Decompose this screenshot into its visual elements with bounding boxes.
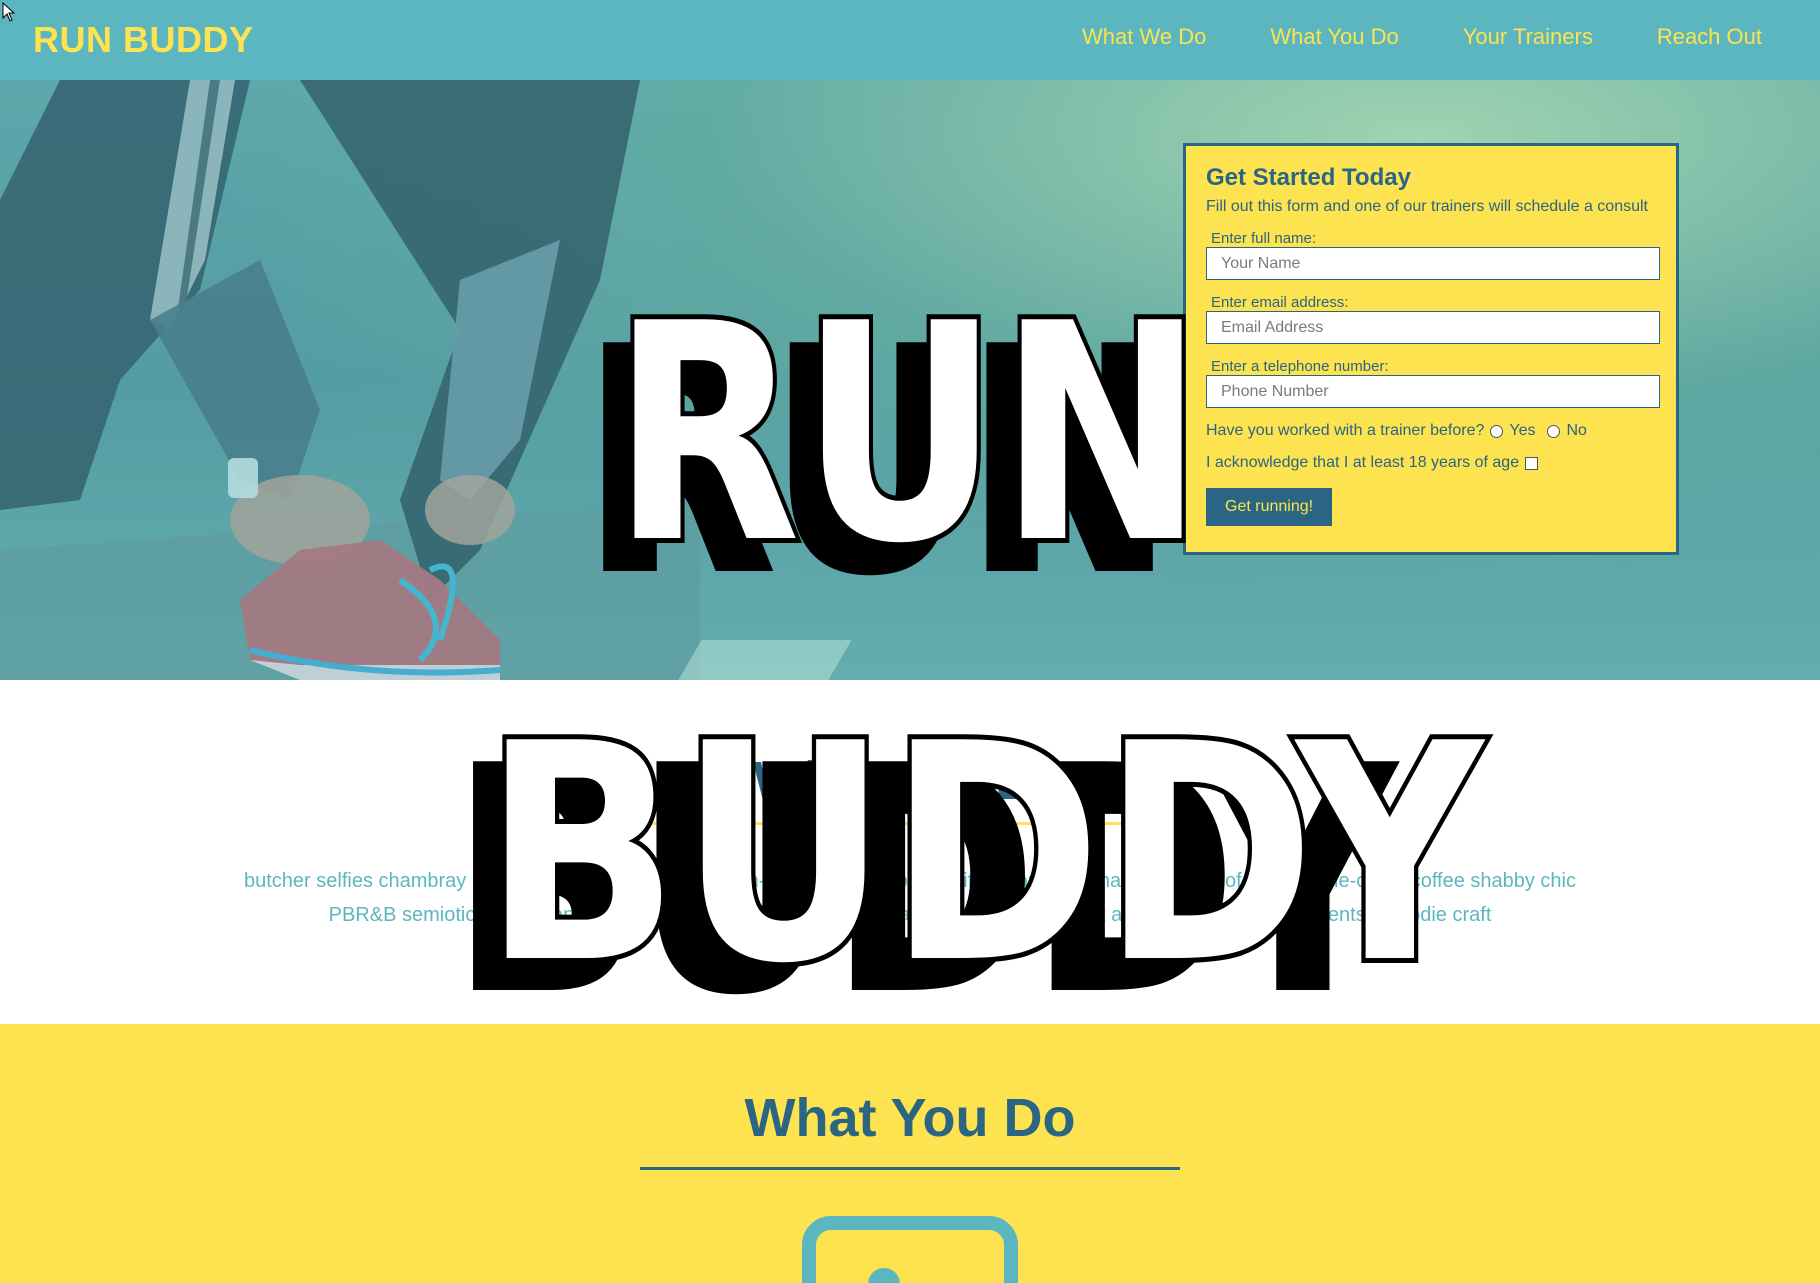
phone-input[interactable]	[1206, 375, 1660, 408]
phone-label: Enter a telephone number:	[1211, 358, 1389, 375]
form-title: Get Started Today	[1206, 164, 1411, 191]
trainer-question-row: Have you worked with a trainer before? Y…	[1206, 422, 1656, 440]
what-you-do-section: What You Do	[0, 1024, 1820, 1283]
page: RUN BUDDY What We Do What You Do Your Tr…	[0, 0, 1820, 1283]
nav-what-you-do[interactable]: What You Do	[1270, 24, 1398, 50]
form-subtitle: Fill out this form and one of our traine…	[1206, 198, 1648, 215]
nav-reach-out[interactable]: Reach Out	[1657, 24, 1762, 50]
trainer-card-icon	[802, 1216, 1018, 1283]
what-we-do-section: What We Do butcher selfies chambray ugh,…	[0, 680, 1820, 1024]
nav-what-we-do[interactable]: What We Do	[1082, 24, 1206, 50]
what-we-do-text: butcher selfies chambray ugh, literally …	[243, 870, 1576, 926]
trainer-no-label: No	[1566, 422, 1587, 439]
what-you-do-heading: What You Do	[744, 1088, 1076, 1148]
main-nav: What We Do What You Do Your Trainers Rea…	[1082, 24, 1762, 50]
age-ack-label: I acknowledge that I at least 18 years o…	[1206, 454, 1520, 471]
hero-runner-image	[0, 80, 700, 680]
get-running-button[interactable]: Get running!	[1206, 488, 1333, 526]
road-marking	[678, 640, 852, 680]
what-we-do-heading: What We Do	[753, 751, 1067, 811]
trainer-question-label: Have you worked with a trainer before?	[1206, 422, 1485, 439]
nav-your-trainers[interactable]: Your Trainers	[1463, 24, 1593, 50]
name-input[interactable]	[1206, 247, 1660, 280]
age-ack-checkbox[interactable]	[1525, 456, 1539, 470]
email-label: Enter email address:	[1211, 294, 1349, 311]
what-you-do-divider	[640, 1167, 1180, 1170]
cursor-arrow-icon	[2, 2, 16, 22]
name-label: Enter full name:	[1211, 230, 1317, 247]
site-header: RUN BUDDY What We Do What You Do Your Tr…	[0, 0, 1820, 80]
age-ack-row: I acknowledge that I at least 18 years o…	[1206, 454, 1656, 472]
brand-logo-link[interactable]: RUN BUDDY	[33, 19, 254, 61]
trainer-no-radio[interactable]	[1547, 424, 1561, 438]
what-we-do-divider	[640, 822, 1180, 825]
email-input[interactable]	[1206, 311, 1660, 344]
signup-form: Get Started Today Fill out this form and…	[1183, 143, 1679, 555]
trainer-yes-label: Yes	[1509, 422, 1536, 439]
trainer-yes-radio[interactable]	[1490, 424, 1504, 438]
